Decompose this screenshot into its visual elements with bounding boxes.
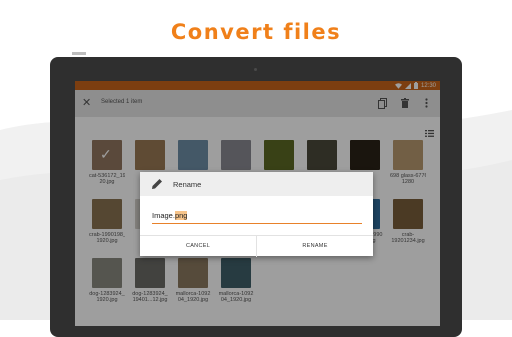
promo-title: Convert files <box>170 20 342 44</box>
dialog-title: Rename <box>173 180 202 189</box>
dialog-header: Rename <box>140 172 373 196</box>
rename-dialog: Rename Image.png CANCEL RENAME <box>140 172 373 257</box>
filename-prefix: Image. <box>152 211 175 220</box>
dialog-actions: CANCEL RENAME <box>140 235 373 257</box>
filename-input[interactable]: Image.png <box>152 211 362 224</box>
rename-button[interactable]: RENAME <box>256 236 373 257</box>
camera-dot <box>254 68 257 71</box>
pencil-icon <box>151 177 163 195</box>
filename-selected-extension: png <box>174 211 188 220</box>
cancel-button[interactable]: CANCEL <box>140 236 256 257</box>
tablet-side-button <box>72 52 86 55</box>
